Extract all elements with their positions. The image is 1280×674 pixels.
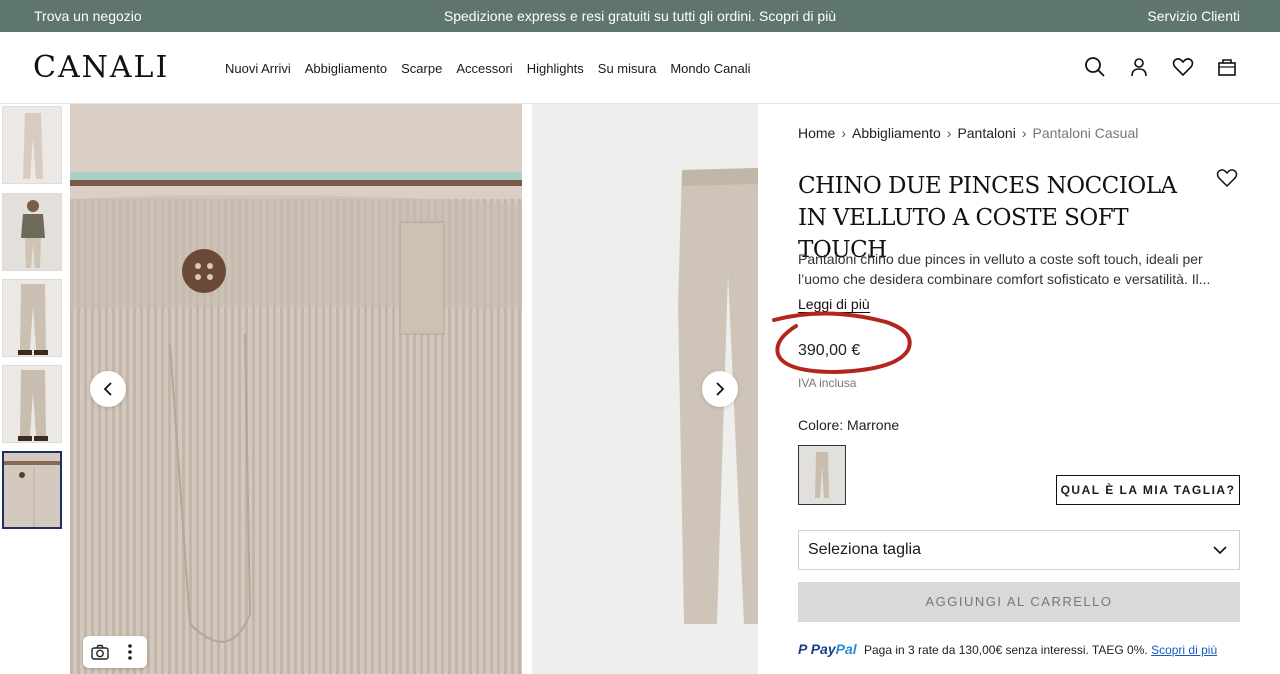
breadcrumb: Home › Abbigliamento › Pantaloni › Pantaloni C… [798,125,1138,141]
announcement-bar: Spedizione express e resi gratuiti su tu… [0,0,1280,32]
thumbnail-3[interactable] [2,279,62,357]
nav-item-nuovi-arrivi[interactable]: Nuovi Arrivi [225,61,291,76]
store-locator-link[interactable]: Trova un negozio [34,8,142,24]
product-price: 390,00 € [798,342,861,359]
thumbnail-4[interactable] [2,365,62,443]
color-swatch-marrone[interactable] [798,445,846,505]
product-description: Pantaloni chino due pinces in velluto a … [798,251,1211,287]
thumbnail-5-selected[interactable] [2,451,62,529]
header-actions [1084,56,1240,80]
product-image-detail [70,104,522,674]
size-select[interactable]: Seleziona taglia [798,530,1240,570]
account-icon[interactable] [1128,56,1152,80]
read-more-link[interactable]: Leggi di più [798,296,870,313]
add-to-cart-button[interactable]: AGGIUNGI AL CARRELLO [798,582,1240,622]
chevron-right-icon: › [841,125,847,141]
more-options-icon[interactable] [127,643,133,661]
brand-logo[interactable]: CANALI [33,50,169,85]
paypal-learn-more-link[interactable]: Scopri di più [1151,643,1217,657]
shipping-promo-link[interactable]: Spedizione express e resi gratuiti su tu… [0,8,1280,24]
main-nav: Nuovi Arrivi Abbigliamento Scarpe Access… [225,61,765,76]
paypal-logo: P PayPal [798,641,857,657]
breadcrumb-abbigliamento[interactable]: Abbigliamento [852,125,941,141]
color-label: Colore: Marrone [798,417,899,433]
search-icon[interactable] [1084,56,1108,80]
cart-icon[interactable] [1216,56,1240,80]
site-header: CANALI Nuovi Arrivi Abbigliamento Scarpe… [0,32,1280,104]
nav-item-mondo-canali[interactable]: Mondo Canali [670,61,750,76]
paypal-installments: P PayPal Paga in 3 rate da 130,00€ senza… [798,641,1240,657]
product-image-full [532,104,758,674]
breadcrumb-current: Pantaloni Casual [1032,125,1139,141]
size-select-label: Seleziona taglia [808,541,921,558]
chevron-right-icon: › [946,125,952,141]
gallery-next-button[interactable] [702,371,738,407]
wishlist-icon[interactable] [1172,56,1196,80]
nav-item-su-misura[interactable]: Su misura [598,61,657,76]
vat-note: IVA inclusa [798,376,857,390]
customer-service-link[interactable]: Servizio Clienti [1147,8,1240,24]
chevron-down-icon [1213,546,1227,555]
breadcrumb-pantaloni[interactable]: Pantaloni [957,125,1015,141]
nav-item-highlights[interactable]: Highlights [527,61,584,76]
add-to-wishlist-heart-icon[interactable] [1216,168,1238,188]
image-tools [83,636,147,668]
color-label-prefix: Colore: [798,417,844,433]
thumbnail-gallery [0,104,66,674]
thumbnail-2[interactable] [2,193,62,271]
nav-item-abbigliamento[interactable]: Abbigliamento [305,61,387,76]
paypal-text: Paga in 3 rate da 130,00€ senza interess… [864,643,1148,657]
nav-item-scarpe[interactable]: Scarpe [401,61,442,76]
thumbnail-1[interactable] [2,106,62,184]
size-guide-button[interactable]: QUAL È LA MIA TAGLIA? [1056,475,1240,505]
nav-item-accessori[interactable]: Accessori [456,61,512,76]
breadcrumb-home[interactable]: Home [798,125,835,141]
color-value: Marrone [847,417,900,433]
gallery-prev-button[interactable] [90,371,126,407]
chevron-right-icon: › [1021,125,1027,141]
camera-icon[interactable] [91,644,109,660]
